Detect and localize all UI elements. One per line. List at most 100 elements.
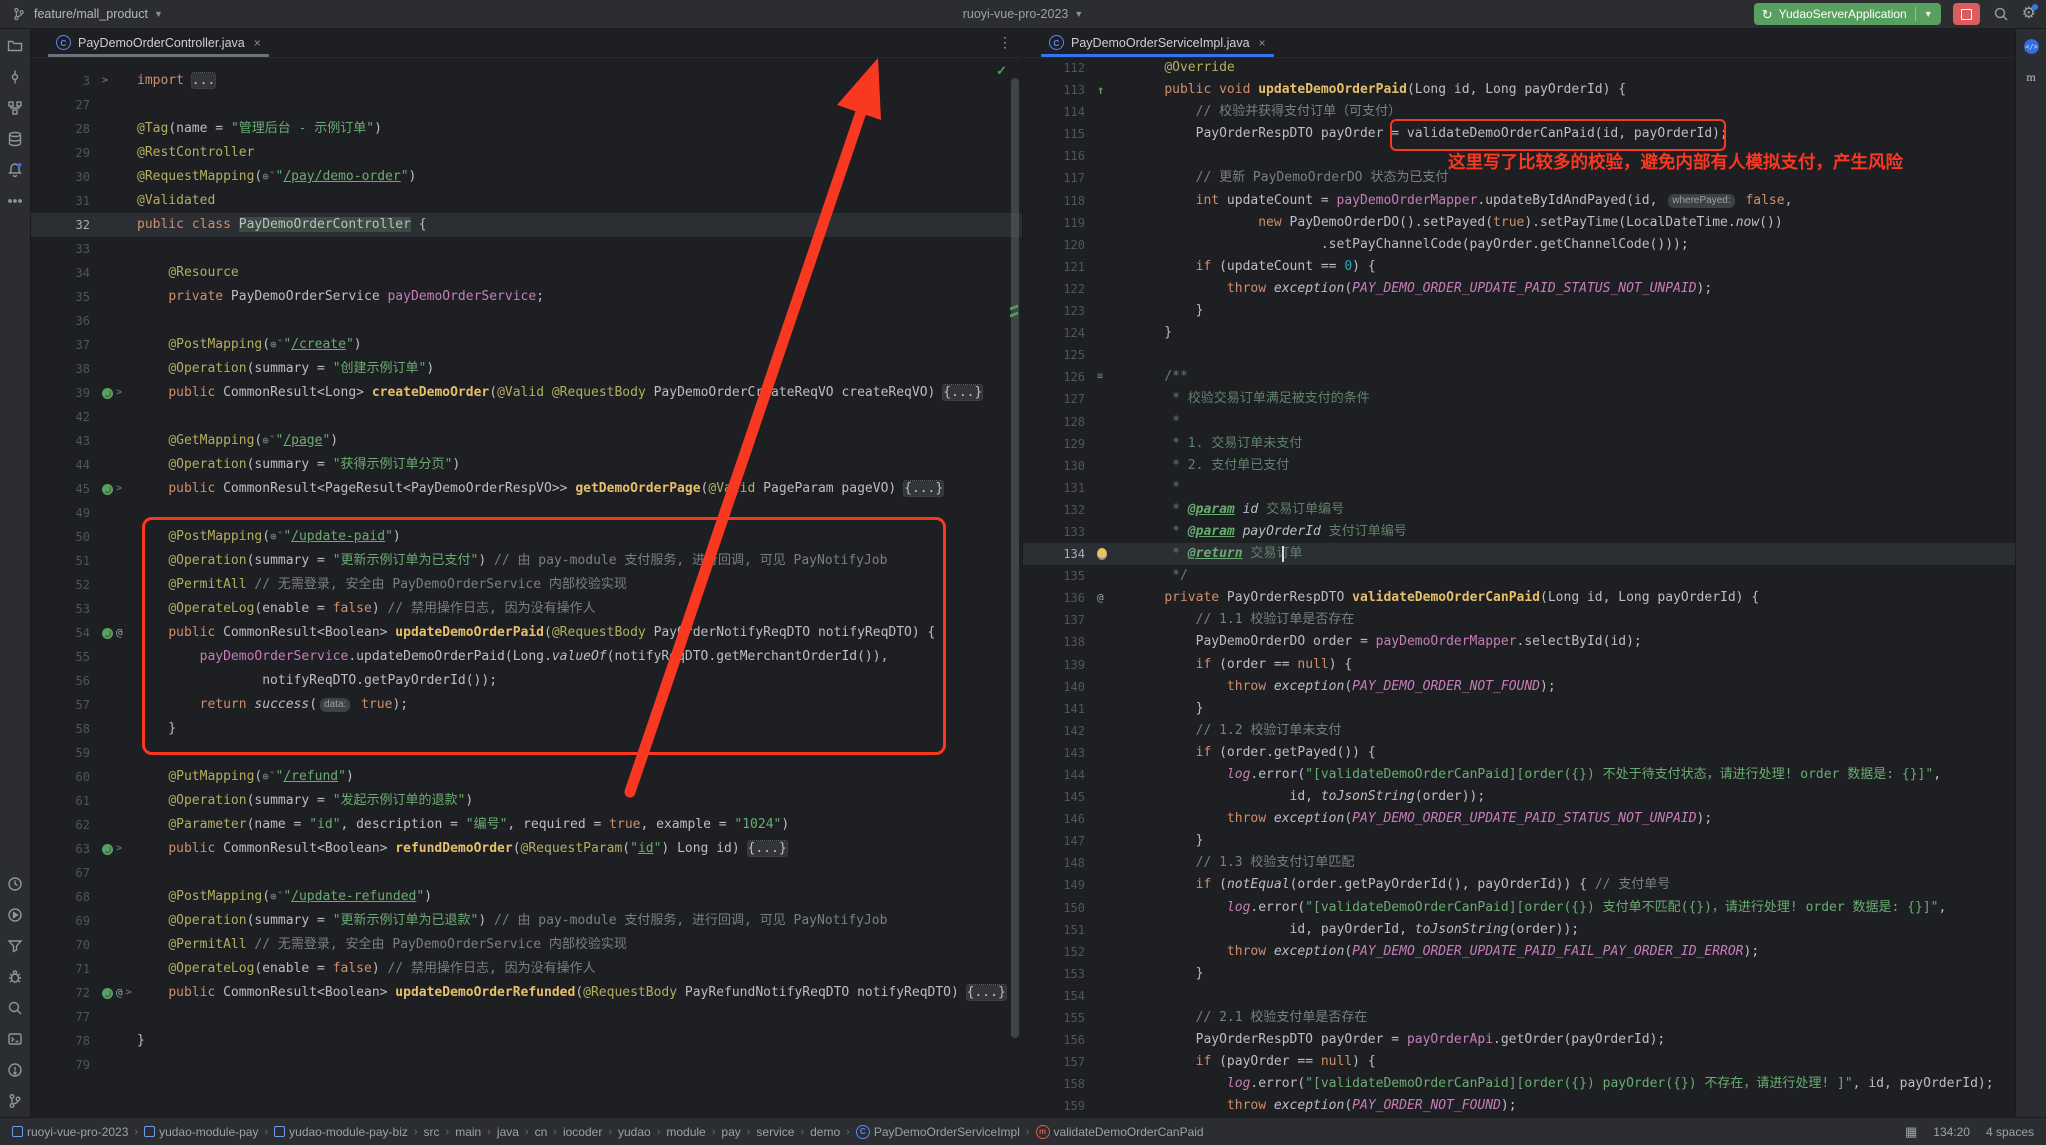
- code-text[interactable]: @PostMapping(⊕ˇ"/create"): [137, 333, 1022, 357]
- code-line-112[interactable]: 112 @Override: [1023, 57, 2046, 79]
- code-line-129[interactable]: 129 * 1. 交易订单未支付: [1023, 433, 2046, 455]
- close-icon[interactable]: ×: [1259, 36, 1266, 50]
- history-icon[interactable]: [6, 875, 24, 893]
- at-gutter-icon[interactable]: @: [116, 981, 123, 1005]
- code-text[interactable]: return success(data: true);: [137, 693, 1022, 717]
- code-text[interactable]: throw exception(PAY_DEMO_ORDER_UPDATE_PA…: [1133, 808, 2046, 830]
- line-number[interactable]: 30: [30, 165, 100, 189]
- code-text[interactable]: *: [1133, 477, 2046, 499]
- line-number[interactable]: 128: [1023, 411, 1095, 433]
- line-number[interactable]: 124: [1023, 322, 1095, 344]
- code-line-32[interactable]: 32public class PayDemoOrderController {: [30, 213, 1022, 237]
- line-number[interactable]: 32: [30, 213, 100, 237]
- code-text[interactable]: private PayDemoOrderService payDemoOrder…: [137, 285, 1022, 309]
- code-text[interactable]: [137, 501, 1022, 525]
- maven-icon[interactable]: m: [2022, 68, 2040, 86]
- code-line-37[interactable]: 37 @PostMapping(⊕ˇ"/create"): [30, 333, 1022, 357]
- code-line-71[interactable]: 71 @OperateLog(enable = false) // 禁用操作日志…: [30, 957, 1022, 981]
- code-text[interactable]: }: [1133, 698, 2046, 720]
- code-line-159[interactable]: 159 throw exception(PAY_ORDER_NOT_FOUND)…: [1023, 1095, 2046, 1117]
- line-number[interactable]: 143: [1023, 742, 1095, 764]
- code-text[interactable]: [137, 861, 1022, 885]
- structure-icon[interactable]: [6, 99, 24, 117]
- endpoint-globe-icon[interactable]: ⊕ˇ: [262, 434, 275, 447]
- settings-button[interactable]: ⚙: [2022, 6, 2036, 22]
- folded-region[interactable]: ...: [192, 73, 215, 88]
- code-line-114[interactable]: 114 // 校验并获得支付订单（可支付）: [1023, 101, 2046, 123]
- code-line-152[interactable]: 152 throw exception(PAY_DEMO_ORDER_UPDAT…: [1023, 941, 2046, 963]
- code-line-28[interactable]: 28@Tag(name = "管理后台 - 示例订单"): [30, 117, 1022, 141]
- run-configuration-button[interactable]: ↻ YudaoServerApplication ▼: [1754, 3, 1941, 25]
- folded-region[interactable]: {...}: [904, 481, 943, 496]
- code-line-148[interactable]: 148 // 1.3 校验支付订单匹配: [1023, 852, 2046, 874]
- more-tools-icon[interactable]: [6, 192, 24, 210]
- line-number[interactable]: 132: [1023, 499, 1095, 521]
- code-line-33[interactable]: 33: [30, 237, 1022, 261]
- code-text[interactable]: .setPayChannelCode(payOrder.getChannelCo…: [1133, 234, 2046, 256]
- line-number[interactable]: 71: [30, 957, 100, 981]
- code-text[interactable]: public CommonResult<Boolean> updateDemoO…: [137, 621, 1022, 645]
- line-number[interactable]: 159: [1023, 1095, 1095, 1117]
- branch-selector[interactable]: feature/mall_product ▼: [10, 5, 163, 23]
- code-text[interactable]: PayOrderRespDTO payOrder = payOrderApi.g…: [1133, 1029, 2046, 1051]
- code-line-154[interactable]: 154: [1023, 985, 2046, 1007]
- code-line-124[interactable]: 124 }: [1023, 322, 2046, 344]
- http-endpoint-icon[interactable]: [102, 388, 113, 399]
- code-text[interactable]: */: [1133, 565, 2046, 587]
- javadoc-fold-icon[interactable]: ≡: [1097, 366, 1103, 388]
- http-endpoint-icon[interactable]: [102, 484, 113, 495]
- breadcrumb-item[interactable]: ruoyi-vue-pro-2023: [12, 1125, 128, 1139]
- code-text[interactable]: throw exception(PAY_DEMO_ORDER_NOT_FOUND…: [1133, 676, 2046, 698]
- code-text[interactable]: [137, 741, 1022, 765]
- code-line-35[interactable]: 35 private PayDemoOrderService payDemoOr…: [30, 285, 1022, 309]
- line-number[interactable]: 113: [1023, 79, 1095, 101]
- code-text[interactable]: notifyReqDTO.getPayOrderId());: [137, 669, 1022, 693]
- code-line-55[interactable]: 55 payDemoOrderService.updateDemoOrderPa…: [30, 645, 1022, 669]
- code-line-133[interactable]: 133 * @param payOrderId 支付订单编号: [1023, 521, 2046, 543]
- line-number[interactable]: 140: [1023, 676, 1095, 698]
- code-line-120[interactable]: 120 .setPayChannelCode(payOrder.getChann…: [1023, 234, 2046, 256]
- line-number[interactable]: 31: [30, 189, 100, 213]
- notifications-icon[interactable]: [6, 161, 24, 179]
- folded-region[interactable]: {...}: [748, 841, 787, 856]
- overrides-icon[interactable]: ↑: [1097, 79, 1104, 101]
- code-text[interactable]: }: [137, 717, 1022, 741]
- fold-arrow-icon[interactable]: >: [116, 381, 122, 405]
- http-endpoint-icon[interactable]: [102, 844, 113, 855]
- code-line-128[interactable]: 128 *: [1023, 411, 2046, 433]
- code-line-49[interactable]: 49: [30, 501, 1022, 525]
- services-icon[interactable]: [6, 906, 24, 924]
- code-line-127[interactable]: 127 * 校验交易订单满足被支付的条件: [1023, 388, 2046, 410]
- line-number[interactable]: 131: [1023, 477, 1095, 499]
- code-line-132[interactable]: 132 * @param id 交易订单编号: [1023, 499, 2046, 521]
- tab-paydemoordercontroller[interactable]: C PayDemoOrderController.java ×: [46, 28, 271, 57]
- line-number[interactable]: 36: [30, 309, 100, 333]
- code-line-123[interactable]: 123 }: [1023, 300, 2046, 322]
- code-text[interactable]: *: [1133, 411, 2046, 433]
- line-number[interactable]: 59: [30, 741, 100, 765]
- code-line-157[interactable]: 157 if (payOrder == null) {: [1023, 1051, 2046, 1073]
- code-text[interactable]: [137, 1005, 1022, 1029]
- line-number[interactable]: 126: [1023, 366, 1095, 388]
- code-line-43[interactable]: 43 @GetMapping(⊕ˇ"/page"): [30, 429, 1022, 453]
- code-text[interactable]: }: [1133, 830, 2046, 852]
- code-text[interactable]: [137, 309, 1022, 333]
- code-text[interactable]: @PostMapping(⊕ˇ"/update-paid"): [137, 525, 1022, 549]
- line-number[interactable]: 56: [30, 669, 100, 693]
- intention-bulb-icon[interactable]: [1097, 548, 1107, 560]
- line-number[interactable]: 29: [30, 141, 100, 165]
- line-number[interactable]: 50: [30, 525, 100, 549]
- code-text[interactable]: public void updateDemoOrderPaid(Long id,…: [1133, 79, 2046, 101]
- inspections-ok-icon[interactable]: ✓: [996, 63, 1007, 79]
- commit-icon[interactable]: [6, 68, 24, 86]
- code-line-70[interactable]: 70 @PermitAll // 无需登录, 安全由 PayDemoOrderS…: [30, 933, 1022, 957]
- code-text[interactable]: public CommonResult<PageResult<PayDemoOr…: [137, 477, 1022, 501]
- code-line-158[interactable]: 158 log.error("[validateDemoOrderCanPaid…: [1023, 1073, 2046, 1095]
- breadcrumb-item[interactable]: yudao: [618, 1125, 651, 1139]
- code-text[interactable]: @Operation(summary = "获得示例订单分页"): [137, 453, 1022, 477]
- code-line-150[interactable]: 150 log.error("[validateDemoOrderCanPaid…: [1023, 897, 2046, 919]
- debug-icon[interactable]: [6, 968, 24, 986]
- code-line-121[interactable]: 121 if (updateCount == 0) {: [1023, 256, 2046, 278]
- code-text[interactable]: }: [1133, 300, 2046, 322]
- code-text[interactable]: @Override: [1133, 57, 2046, 79]
